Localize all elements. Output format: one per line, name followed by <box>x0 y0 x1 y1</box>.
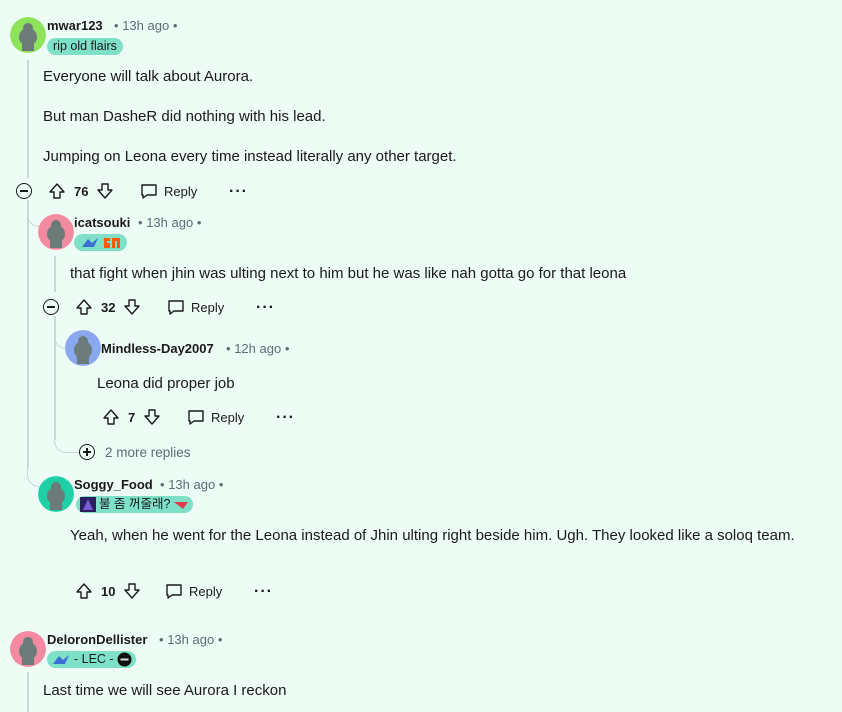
vote-count: 10 <box>101 583 116 599</box>
user-flair <box>74 234 127 251</box>
team-logo-icon <box>174 501 189 509</box>
vote-count: 32 <box>101 299 116 315</box>
comment-paragraph: Leona did proper job <box>97 375 235 392</box>
vote-controls: 7 <box>102 408 161 426</box>
thread-connector-more <box>54 436 79 453</box>
comment-meta: • 12h ago • <box>226 341 290 356</box>
upvote-icon[interactable] <box>75 582 93 600</box>
comment-body: Last time we will see Aurora I reckon <box>43 680 286 702</box>
comment-paragraph: Last time we will see Aurora I reckon <box>43 682 287 699</box>
collapse-icon[interactable] <box>16 183 32 199</box>
downvote-icon[interactable] <box>123 298 141 316</box>
thread-line-2[interactable] <box>54 256 56 292</box>
comment-body: Everyone will talk about Aurora. But man… <box>43 66 457 168</box>
avatar[interactable] <box>10 17 46 53</box>
comment-icon <box>166 584 182 599</box>
comment-meta: • 13h ago • <box>138 215 202 230</box>
reply-button[interactable]: Reply <box>140 182 197 200</box>
avatar[interactable] <box>38 214 74 250</box>
username[interactable]: icatsouki <box>74 215 130 230</box>
timestamp: 13h ago <box>167 632 215 647</box>
vote-controls: 32 <box>75 298 141 316</box>
league-logo-icon <box>117 652 132 667</box>
champion-icon <box>80 497 96 512</box>
timestamp: 13h ago <box>168 477 216 492</box>
team-logo-icon <box>53 654 69 664</box>
comment-meta: • 13h ago • <box>160 477 224 492</box>
username[interactable]: Mindless-Day2007 <box>101 341 214 356</box>
timestamp: 13h ago <box>146 215 194 230</box>
timestamp: 13h ago <box>122 18 170 33</box>
more-icon[interactable]: ··· <box>256 300 275 316</box>
comment-meta: • 13h ago • <box>114 18 178 33</box>
expand-icon[interactable] <box>79 444 95 460</box>
avatar[interactable] <box>65 330 101 366</box>
comment-meta: • 13h ago • <box>159 632 223 647</box>
comment-paragraph: Jumping on Leona every time instead lite… <box>43 148 457 165</box>
thread-line-1b[interactable] <box>27 200 29 468</box>
avatar[interactable] <box>10 631 46 667</box>
comment-paragraph: that fight when jhin was ulting next to … <box>70 265 627 282</box>
fnatic-logo-icon <box>104 237 120 248</box>
reply-button[interactable]: Reply <box>167 298 224 316</box>
upvote-icon[interactable] <box>102 408 120 426</box>
vote-controls: 76 <box>48 182 114 200</box>
downvote-icon[interactable] <box>123 582 141 600</box>
vote-count: 76 <box>74 183 89 199</box>
timestamp: 12h ago <box>234 341 282 356</box>
comment-icon <box>168 300 184 315</box>
avatar[interactable] <box>38 476 74 512</box>
comment-body: Yeah, when he went for the Leona instead… <box>70 525 800 547</box>
collapse-icon[interactable] <box>43 299 59 315</box>
team-logo-icon <box>82 237 98 247</box>
username[interactable]: mwar123 <box>47 18 103 33</box>
more-replies-link[interactable]: 2 more replies <box>79 444 191 460</box>
reply-button[interactable]: Reply <box>187 408 244 426</box>
vote-controls: 10 <box>75 582 141 600</box>
upvote-icon[interactable] <box>75 298 93 316</box>
comment-body: Leona did proper job <box>97 373 235 395</box>
comment-paragraph: But man DasheR did nothing with his lead… <box>43 108 326 125</box>
username[interactable]: Soggy_Food <box>74 477 153 492</box>
upvote-icon[interactable] <box>48 182 66 200</box>
comment-icon <box>141 184 157 199</box>
thread-line-1[interactable] <box>27 60 29 178</box>
user-flair: rip old flairs <box>47 38 123 55</box>
more-icon[interactable]: ··· <box>229 184 248 200</box>
user-flair: 불 좀 꺼줄래? <box>76 496 194 513</box>
comment-paragraph: Everyone will talk about Aurora. <box>43 68 254 85</box>
more-icon[interactable]: ··· <box>276 410 295 426</box>
downvote-icon[interactable] <box>96 182 114 200</box>
thread-line-4[interactable] <box>27 672 29 712</box>
reply-button[interactable]: Reply <box>165 582 222 600</box>
username[interactable]: DeloronDellister <box>47 632 147 647</box>
vote-count: 7 <box>128 409 136 425</box>
comment-paragraph: Yeah, when he went for the Leona instead… <box>70 527 795 544</box>
downvote-icon[interactable] <box>143 408 161 426</box>
comment-body: that fight when jhin was ulting next to … <box>70 263 626 285</box>
more-icon[interactable]: ··· <box>254 584 273 600</box>
user-flair: - LEC - <box>47 651 136 668</box>
comment-icon <box>188 410 204 425</box>
thread-connector-icatsouki <box>27 200 40 227</box>
thread-connector-soggy <box>27 462 40 487</box>
